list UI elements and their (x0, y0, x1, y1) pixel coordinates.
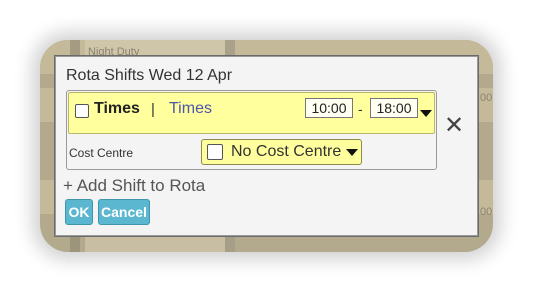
shift-row: Times | Times 10:00 - 18:00 (68, 92, 435, 134)
rota-shifts-dialog: Rota Shifts Wed 12 Apr Times | Times 10:… (55, 56, 478, 236)
start-time-input[interactable]: 10:00 (305, 98, 353, 118)
close-icon[interactable]: ✕ (444, 114, 464, 138)
end-time-input[interactable]: 18:00 (370, 98, 418, 118)
time-separator: - (358, 101, 363, 117)
shift-dropdown-chevron-down-icon[interactable] (420, 110, 432, 117)
cancel-button[interactable]: Cancel (98, 199, 150, 225)
ok-button[interactable]: OK (65, 199, 93, 225)
cost-centre-label: Cost Centre (69, 146, 134, 160)
cost-centre-chevron-down-icon (346, 149, 358, 156)
add-shift-to-rota-link[interactable]: + Add Shift to Rota (63, 176, 205, 196)
dialog-title: Rota Shifts Wed 12 Apr (66, 67, 233, 84)
shift-type-link[interactable]: Times (169, 100, 212, 118)
background-row-text: 00 (480, 92, 493, 104)
shift-checkbox[interactable] (75, 104, 89, 118)
cost-centre-value: No Cost Centre (231, 143, 342, 160)
shift-panel: Times | Times 10:00 - 18:00 Cost Centre … (66, 90, 437, 170)
cost-centre-select[interactable]: No Cost Centre (201, 139, 362, 165)
shift-name: Times (94, 100, 140, 117)
shift-separator: | (151, 101, 155, 118)
background-row-text: 00 (480, 206, 493, 218)
cost-centre-checkbox[interactable] (207, 144, 223, 160)
